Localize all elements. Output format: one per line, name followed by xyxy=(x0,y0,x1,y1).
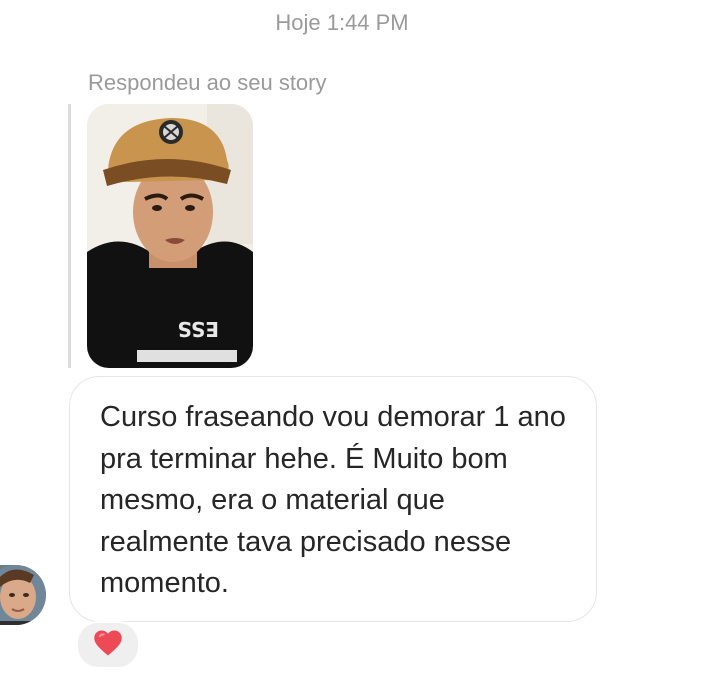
message-bubble[interactable]: Curso fraseando vou demorar 1 ano pra te… xyxy=(69,376,597,622)
reply-context-label: Respondeu ao seu story xyxy=(88,70,327,95)
reaction-badge[interactable] xyxy=(76,621,140,669)
heart-icon xyxy=(93,629,123,662)
svg-text:ESS: ESS xyxy=(177,317,219,341)
avatar[interactable] xyxy=(0,565,46,625)
story-thumbnail[interactable]: ESS xyxy=(87,104,253,368)
message-text: Curso fraseando vou demorar 1 ano pra te… xyxy=(100,401,566,599)
timestamp: Hoje 1:44 PM xyxy=(275,10,409,35)
reply-indicator-bar xyxy=(68,104,71,368)
